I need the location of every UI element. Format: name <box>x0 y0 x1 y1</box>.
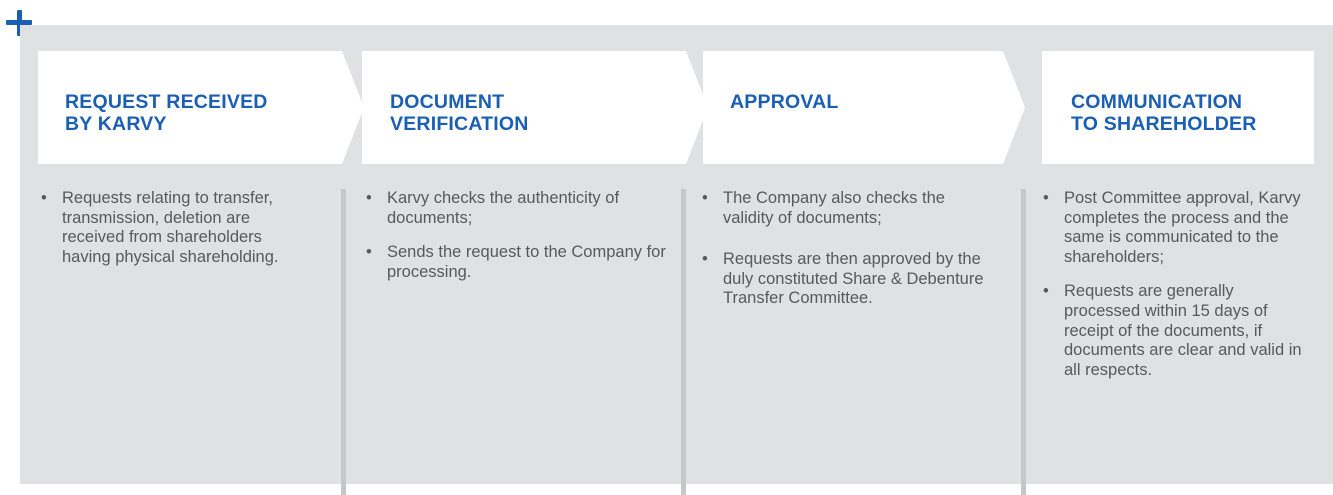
list-item: • Requests relating to transfer, transmis… <box>41 189 311 267</box>
step-2-title: DOCUMENT VERIFICATION <box>390 91 529 135</box>
list-item: • Requests are then approved by the duly … <box>702 250 992 309</box>
bullet-icon: • <box>1043 189 1049 207</box>
bullet-text: Requests relating to transfer, transmiss… <box>62 189 279 266</box>
bullet-text: Requests are generally processed within … <box>1064 282 1302 379</box>
process-panel: REQUEST RECEIVED BY KARVY • Requests rela… <box>20 25 1333 495</box>
bullet-icon: • <box>41 189 47 207</box>
bullet-icon: • <box>702 189 708 207</box>
step-3-bullets: • The Company also checks the validity of… <box>702 189 992 324</box>
list-item: • The Company also checks the validity of… <box>702 189 992 228</box>
bullet-icon: • <box>366 189 372 207</box>
column-divider <box>681 189 686 495</box>
column-divider <box>341 189 346 495</box>
bullet-text: Sends the request to the Company for pro… <box>387 243 666 281</box>
bullet-text: Karvy checks the authenticity of documen… <box>387 189 620 227</box>
bullet-icon: • <box>1043 282 1049 301</box>
list-item: • Karvy checks the authenticity of docume… <box>366 189 671 228</box>
bullet-text: The Company also checks the validity of … <box>723 189 945 227</box>
step-3-header: APPROVAL <box>703 51 1025 164</box>
bullet-text: Post Committee approval, Karvy completes… <box>1064 189 1301 266</box>
step-1-header: REQUEST RECEIVED BY KARVY <box>38 51 364 164</box>
step-2-bullets: • Karvy checks the authenticity of docume… <box>366 189 671 297</box>
column-divider <box>1021 189 1026 495</box>
bullet-text: Requests are then approved by the duly c… <box>723 250 984 308</box>
step-3-title: APPROVAL <box>730 91 839 113</box>
bullet-icon: • <box>702 250 708 269</box>
step-4-bullets: • Post Committee approval, Karvy complete… <box>1043 189 1303 395</box>
step-2-header: DOCUMENT VERIFICATION <box>362 51 708 164</box>
step-1-title: REQUEST RECEIVED BY KARVY <box>65 91 268 135</box>
list-item: • Sends the request to the Company for pr… <box>366 243 671 282</box>
step-4-title: COMMUNICATION TO SHAREHOLDER <box>1071 91 1257 135</box>
bullet-icon: • <box>366 243 372 262</box>
list-item: • Requests are generally processed within… <box>1043 282 1303 380</box>
list-item: • Post Committee approval, Karvy complete… <box>1043 189 1303 267</box>
step-1-bullets: • Requests relating to transfer, transmis… <box>41 189 311 282</box>
step-4-header: COMMUNICATION TO SHAREHOLDER <box>1042 51 1314 164</box>
